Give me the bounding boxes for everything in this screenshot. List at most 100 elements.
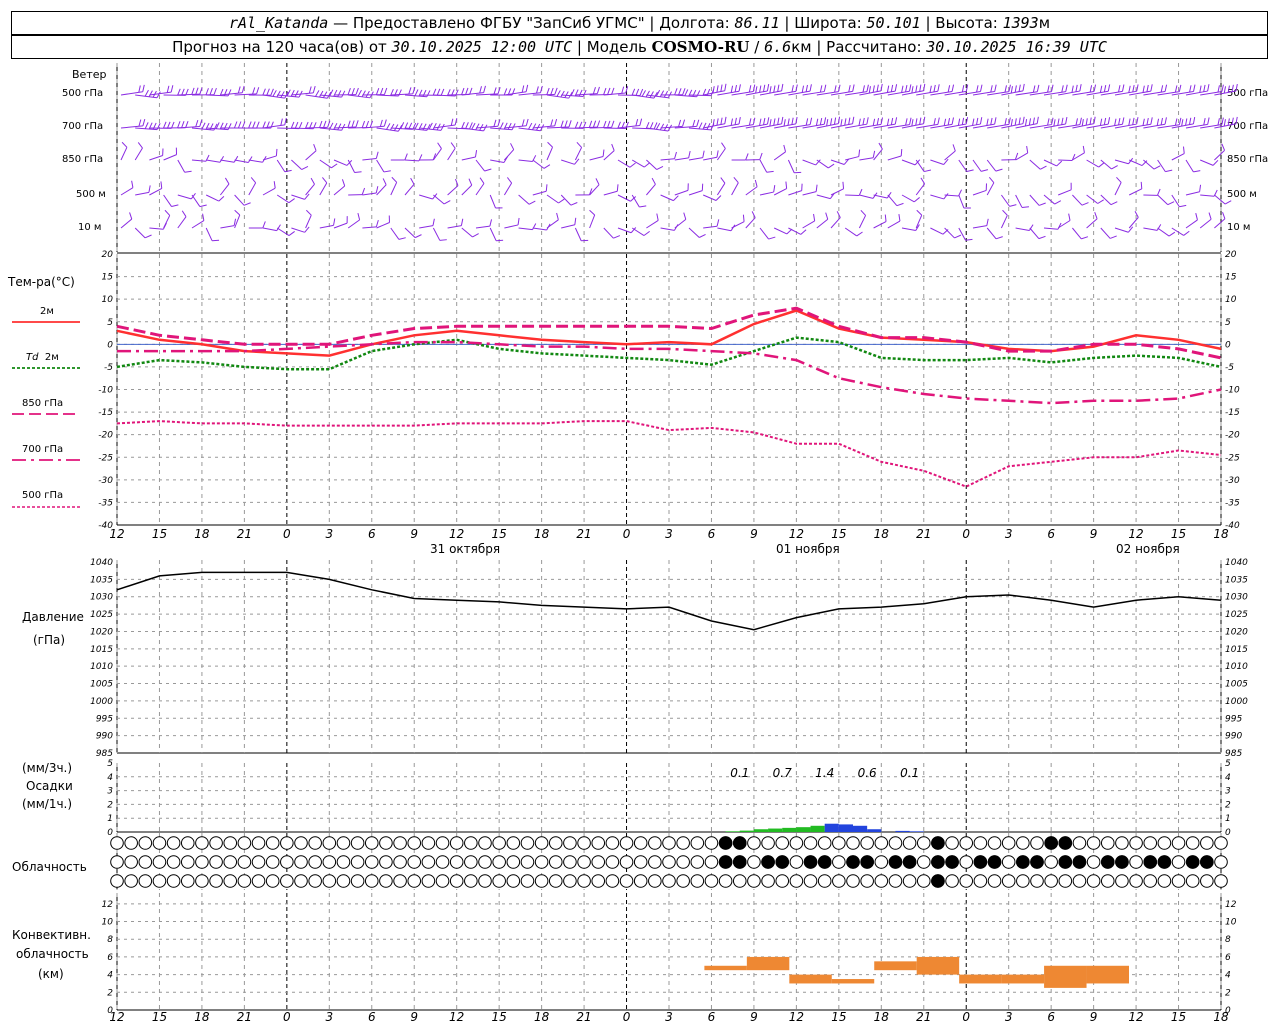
wind-barb: [532, 93, 555, 96]
time-tick-label: 3: [665, 1010, 673, 1024]
cloud-symbol: [945, 836, 959, 850]
wind-barb: [120, 218, 133, 229]
wind-barb: [120, 147, 128, 161]
wind-barb-feather: [1098, 162, 1105, 168]
wind-barb-feather: [856, 231, 863, 237]
cloud-symbol: [209, 855, 223, 869]
wind-barb-feather: [312, 86, 316, 94]
wind-barb-feather: [1203, 84, 1206, 92]
wind-barb-feather: [347, 120, 351, 128]
pressure-y-tick: 985: [96, 749, 113, 759]
wind-barb-feather: [1111, 165, 1118, 170]
wind-barb-feather: [489, 219, 493, 227]
cloud-symbol: [662, 874, 676, 888]
wind-barb-feather: [1110, 201, 1118, 206]
wind-barb-feather: [471, 122, 476, 130]
cloud-symbol: [534, 874, 549, 888]
wind-barb-feather: [1221, 84, 1224, 92]
wind-barb-feather: [479, 177, 485, 184]
wind-barb: [262, 187, 276, 196]
time-tick-label: 18: [534, 527, 550, 541]
wind-barb: [830, 159, 845, 165]
cloud-symbol: [166, 836, 181, 850]
wind-barb: [1157, 227, 1170, 237]
wind-barb-feather: [712, 119, 715, 127]
wind-barb-feather: [980, 84, 983, 92]
cloud-symbol: [223, 855, 238, 869]
time-tick-label: 6: [368, 527, 376, 541]
wind-barb: [1072, 194, 1083, 206]
cloud-symbol: [676, 855, 690, 869]
wind-barb-feather: [880, 83, 883, 91]
wind-barb-feather: [1107, 84, 1111, 92]
wind-barb-feather: [754, 179, 758, 187]
wind-barb-feather: [795, 84, 798, 92]
wind-barb: [390, 182, 398, 196]
wind-barb: [390, 93, 413, 96]
wind-barb-feather: [809, 117, 813, 125]
cloud-symbol: [648, 874, 662, 888]
wind-barb-feather: [404, 153, 408, 161]
time-tick-label: 18: [874, 1010, 890, 1024]
cloud-symbol: [563, 855, 577, 869]
wind-barb-feather: [781, 116, 784, 124]
wind-barb: [1128, 188, 1143, 196]
cloud-symbol: [605, 874, 620, 888]
wind-barb-feather: [995, 236, 1003, 240]
temp-y-tick-right: -15: [1225, 408, 1240, 418]
wind-barb: [291, 227, 305, 233]
wind-barb-feather: [202, 213, 205, 221]
time-tick-label: 9: [750, 1010, 758, 1024]
wind-barb-feather: [656, 213, 659, 221]
wind-barb: [120, 187, 134, 196]
wind-barb: [915, 159, 925, 172]
cloud-symbol: [761, 874, 775, 888]
wind-barb-feather: [554, 87, 558, 95]
temp-y-tick: 15: [102, 273, 114, 283]
wind-barb-feather: [262, 121, 266, 129]
wind-barb: [1086, 159, 1099, 168]
wind-barb-feather: [280, 118, 283, 126]
precip-bar: [796, 827, 811, 832]
wind-barb-feather: [275, 148, 278, 156]
wind-barb-feather: [696, 119, 700, 127]
wind-barb: [347, 159, 356, 173]
wind-barb-feather: [872, 150, 876, 158]
wind-barb: [489, 194, 496, 209]
cloud-symbol: [1214, 836, 1228, 850]
wind-barb-feather: [432, 123, 437, 130]
wind-barb-feather: [525, 84, 529, 92]
cloud-symbol: [294, 855, 308, 869]
cloud-symbol: [110, 836, 124, 850]
wind-barb-feather: [815, 184, 818, 192]
wind-barb: [475, 225, 490, 229]
wind-barb-feather: [777, 84, 780, 92]
wind-barb-feather: [1222, 212, 1226, 219]
wind-barb: [532, 227, 547, 231]
wind-barb-feather: [450, 142, 456, 149]
wind-barb-feather: [341, 179, 346, 187]
wind-barb: [958, 194, 965, 209]
wind-barb: [546, 194, 559, 204]
wind-barb-feather: [1116, 176, 1122, 183]
wind-barb-feather: [560, 120, 564, 128]
time-tick-label: 21: [237, 527, 252, 541]
convective-cloud-bar: [916, 956, 960, 975]
wind-barb-feather: [1181, 119, 1184, 127]
cloud-symbol: [803, 836, 818, 850]
wind-barb-feather: [868, 86, 871, 94]
cloud-symbol: [619, 874, 634, 888]
precip-3h-value: 0.1: [900, 766, 919, 780]
wind-barb-feather: [1038, 235, 1046, 240]
wind-barb-feather: [712, 86, 715, 94]
wind-barb-feather: [148, 185, 151, 193]
wind-barb-feather: [1079, 84, 1082, 92]
wind-barb-feather: [365, 90, 370, 98]
wind-barb-feather: [1165, 169, 1173, 173]
wind-barb-feather: [1014, 118, 1017, 126]
wind-barb-feather: [252, 87, 256, 95]
wind-barb: [120, 91, 143, 96]
precip-bar: [725, 831, 740, 832]
cloud-symbol: [379, 836, 393, 850]
wind-barb-feather: [144, 89, 149, 97]
